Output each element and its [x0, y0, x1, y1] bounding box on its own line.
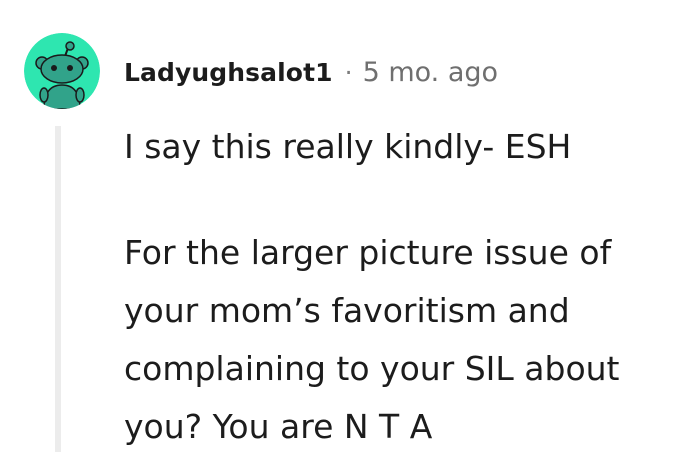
- user-avatar[interactable]: [24, 33, 100, 109]
- reddit-snoo-avatar-icon: [24, 33, 100, 109]
- timestamp[interactable]: 5 mo. ago: [363, 57, 498, 88]
- comment-paragraph: I say this really kindly- ESH: [124, 127, 572, 166]
- comment-paragraph: For the larger picture issue of your mom…: [124, 233, 620, 446]
- username-link[interactable]: Ladyughsalot1: [124, 58, 333, 87]
- comment-header: Ladyughsalot1 · 5 mo. ago: [124, 52, 498, 92]
- comment-body: I say this really kindly- ESH For the la…: [124, 118, 684, 452]
- comment: Ladyughsalot1 · 5 mo. ago I say this rea…: [0, 0, 700, 452]
- thread-line[interactable]: [55, 126, 61, 452]
- separator-dot: ·: [344, 57, 353, 87]
